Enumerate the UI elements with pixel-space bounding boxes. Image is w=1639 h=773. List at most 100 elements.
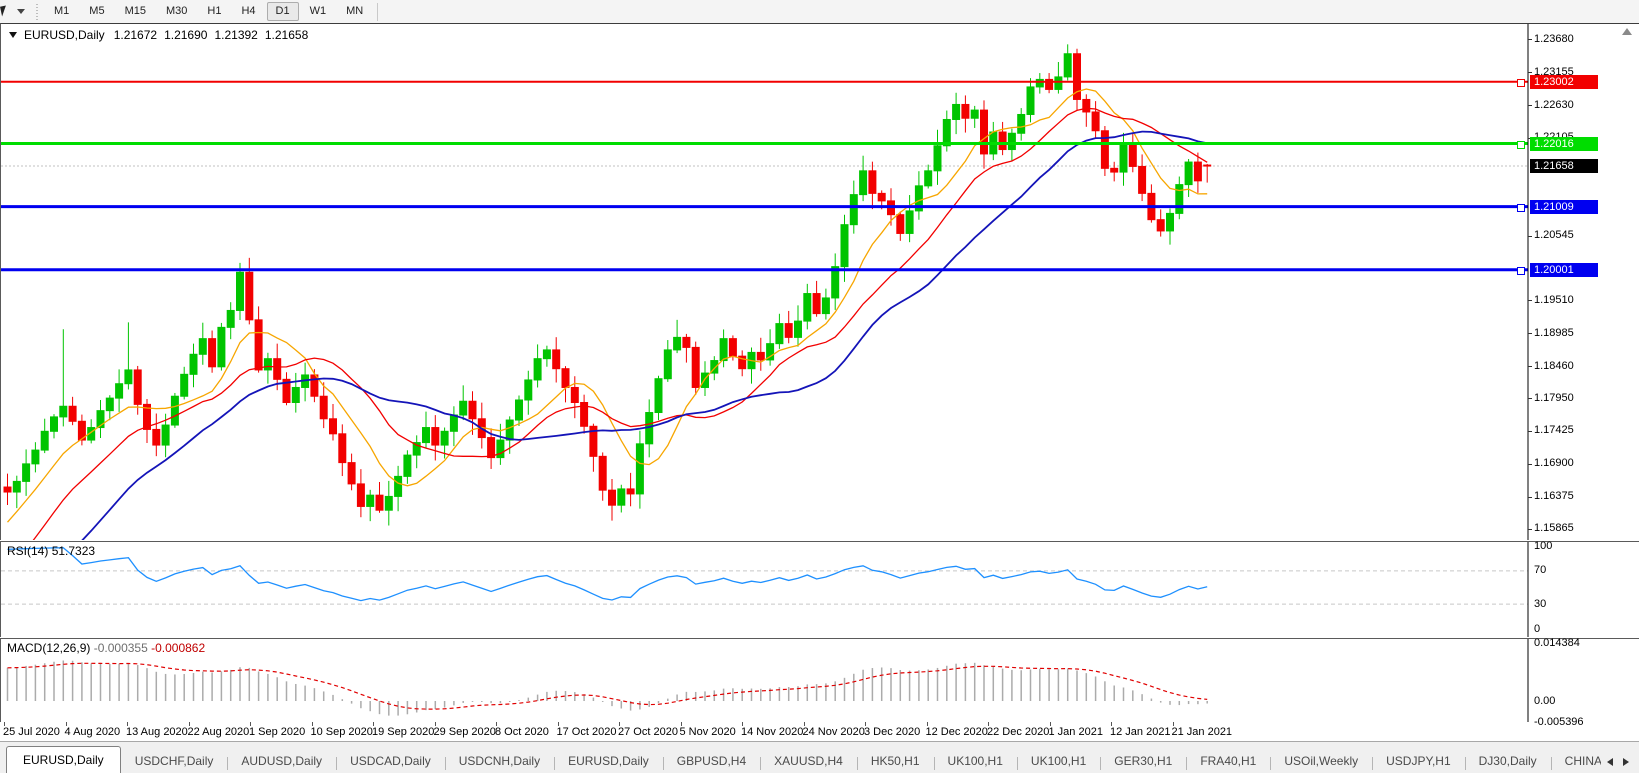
time-axis-label: 12 Jan 2021	[1110, 726, 1171, 738]
timeframe-button-m30[interactable]: M30	[157, 2, 196, 21]
chart-tab-dj30-daily[interactable]: DJ30,Daily	[1465, 749, 1551, 773]
chart-tab-uk100-h1[interactable]: UK100,H1	[1017, 749, 1100, 773]
time-axis-label: 3 Dec 2020	[864, 726, 920, 738]
price-axis-tick	[1528, 431, 1532, 432]
price-axis-label: 1.23680	[1534, 33, 1574, 45]
price-chart-pane[interactable]: EURUSD,Daily 1.21672 1.21690 1.21392 1.2…	[0, 23, 1639, 540]
chart-tab-fra40-h1[interactable]: FRA40,H1	[1186, 749, 1270, 773]
rsi-axis-label: 30	[1534, 598, 1546, 610]
chart-tab-eurusd-daily[interactable]: EURUSD,Daily	[6, 746, 121, 773]
candles	[4, 44, 1211, 525]
timeframe-button-w1[interactable]: W1	[301, 2, 336, 21]
price-axis-label: 1.17950	[1534, 392, 1574, 404]
chart-tab-usdcad-daily[interactable]: USDCAD,Daily	[336, 749, 445, 773]
chart-title: EURUSD,Daily 1.21672 1.21690 1.21392 1.2…	[9, 28, 308, 42]
time-axis-label: 10 Sep 2020	[311, 726, 373, 738]
macd-canvas[interactable]	[1, 639, 1639, 723]
time-axis-label: 1 Sep 2020	[249, 726, 305, 738]
scale-arrow-icon[interactable]	[1622, 28, 1632, 35]
price-axis-label: 1.18985	[1534, 327, 1574, 339]
chart-tab-bar: EURUSD,DailyUSDCHF,DailyAUDUSD,DailyUSDC…	[0, 741, 1639, 773]
price-axis-tick	[1528, 105, 1532, 106]
rsi-axis-label: 0	[1534, 623, 1540, 635]
macd-pane[interactable]: MACD(12,26,9) -0.000355 -0.000862 0.0143…	[0, 638, 1639, 724]
rsi-name: RSI(14)	[7, 544, 48, 558]
time-axis-label: 22 Aug 2020	[188, 726, 250, 738]
time-axis-label: 4 Aug 2020	[65, 726, 121, 738]
price-chart-canvas[interactable]	[1, 24, 1639, 540]
line-anchor-square[interactable]	[1517, 267, 1525, 275]
price-axis-tick	[1528, 464, 1532, 465]
timeframe-button-mn[interactable]: MN	[337, 2, 372, 21]
price-axis-tick	[1528, 497, 1532, 498]
macd-axis-label: -0.005396	[1534, 716, 1584, 728]
timeframe-button-h4[interactable]: H4	[232, 2, 264, 21]
time-axis-label: 5 Nov 2020	[680, 726, 736, 738]
rsi-label: RSI(14) 51.7323	[7, 544, 95, 558]
dropdown-caret-icon[interactable]	[17, 9, 25, 14]
time-axis-label: 29 Sep 2020	[434, 726, 496, 738]
chart-tab-audusd-daily[interactable]: AUDUSD,Daily	[227, 749, 336, 773]
price-axis-label: 1.16900	[1534, 457, 1574, 469]
rsi-canvas[interactable]	[1, 542, 1639, 637]
macd-name: MACD(12,26,9)	[7, 641, 90, 655]
level-price-badge-1.21009: 1.21009	[1530, 200, 1598, 214]
time-axis-label: 13 Aug 2020	[126, 726, 188, 738]
ohlc-low: 1.21392	[214, 28, 257, 42]
mt4-window: M1M5M15M30H1H4D1W1MN EURUSD,Daily 1.2167…	[0, 0, 1639, 773]
chart-tab-usdjpy-h1[interactable]: USDJPY,H1	[1372, 749, 1464, 773]
price-axis-tick	[1528, 366, 1532, 367]
time-axis-label: 1 Jan 2021	[1049, 726, 1103, 738]
time-axis-label: 8 Oct 2020	[495, 726, 549, 738]
timeframe-button-d1[interactable]: D1	[267, 2, 299, 21]
time-axis-label: 19 Sep 2020	[372, 726, 434, 738]
toolbar-grip[interactable]	[35, 4, 40, 20]
chart-tab-usdchf-daily[interactable]: USDCHF,Daily	[121, 749, 228, 773]
chart-tab-hk50-h1[interactable]: HK50,H1	[857, 749, 934, 773]
time-axis-label: 25 Jul 2020	[3, 726, 60, 738]
chart-symbol: EURUSD,Daily	[24, 28, 105, 42]
level-price-badge-1.23002: 1.23002	[1530, 75, 1598, 89]
price-axis-tick	[1528, 300, 1532, 301]
tab-scroll-buttons	[1601, 758, 1639, 773]
price-axis-tick	[1528, 398, 1532, 399]
time-axis-label: 24 Nov 2020	[803, 726, 865, 738]
chart-menu-icon[interactable]	[9, 32, 17, 38]
time-axis[interactable]: 25 Jul 2020 4 Aug 2020 13 Aug 202022 Aug 2…	[0, 722, 1639, 741]
time-axis-label: 17 Oct 2020	[557, 726, 617, 738]
timeframe-button-m15[interactable]: M15	[116, 2, 155, 21]
chart-tab-usoil-weekly[interactable]: USOil,Weekly	[1270, 749, 1372, 773]
chart-tab-eurusd-daily[interactable]: EURUSD,Daily	[554, 749, 663, 773]
rsi-pane[interactable]: RSI(14) 51.7323 10070300	[0, 541, 1639, 637]
macd-axis-label: 0.014384	[1534, 637, 1580, 649]
chart-tab-gbpusd-h4[interactable]: GBPUSD,H4	[663, 749, 760, 773]
chart-tab-uk100-h1[interactable]: UK100,H1	[934, 749, 1017, 773]
toolbar-separator	[377, 3, 378, 21]
line-anchor-square[interactable]	[1517, 141, 1525, 149]
price-axis-tick	[1528, 333, 1532, 334]
tabs-scroll-left-icon[interactable]	[1607, 758, 1613, 766]
line-anchor-square[interactable]	[1517, 204, 1525, 212]
time-axis-label: 22 Dec 2020	[987, 726, 1049, 738]
macd-signal-value: -0.000862	[151, 641, 205, 655]
price-axis-tick	[1528, 529, 1532, 530]
timeframe-button-m5[interactable]: M5	[80, 2, 113, 21]
tabs-scroll-right-icon[interactable]	[1623, 758, 1629, 766]
price-axis-tick	[1528, 236, 1532, 237]
cursor-tool-icon[interactable]	[1, 4, 15, 20]
price-axis-label: 1.18460	[1534, 360, 1574, 372]
chart-tab-china300-h1[interactable]: CHINA300,H1	[1551, 749, 1601, 773]
line-anchor-square[interactable]	[1517, 79, 1525, 87]
chart-tab-ger30-h1[interactable]: GER30,H1	[1100, 749, 1186, 773]
chart-tab-xauusd-h4[interactable]: XAUUSD,H4	[760, 749, 857, 773]
ohlc-open: 1.21672	[114, 28, 157, 42]
timeframe-toolbar: M1M5M15M30H1H4D1W1MN	[0, 0, 1639, 24]
chart-tab-usdcnh-daily[interactable]: USDCNH,Daily	[445, 749, 554, 773]
price-axis-label: 1.20545	[1534, 229, 1574, 241]
time-axis-label: 27 Oct 2020	[618, 726, 678, 738]
ma-fast-line	[8, 89, 1208, 522]
timeframe-button-h1[interactable]: H1	[198, 2, 230, 21]
time-axis-label: 21 Jan 2021	[1172, 726, 1233, 738]
timeframe-button-m1[interactable]: M1	[45, 2, 78, 21]
price-axis-label: 1.22630	[1534, 99, 1574, 111]
